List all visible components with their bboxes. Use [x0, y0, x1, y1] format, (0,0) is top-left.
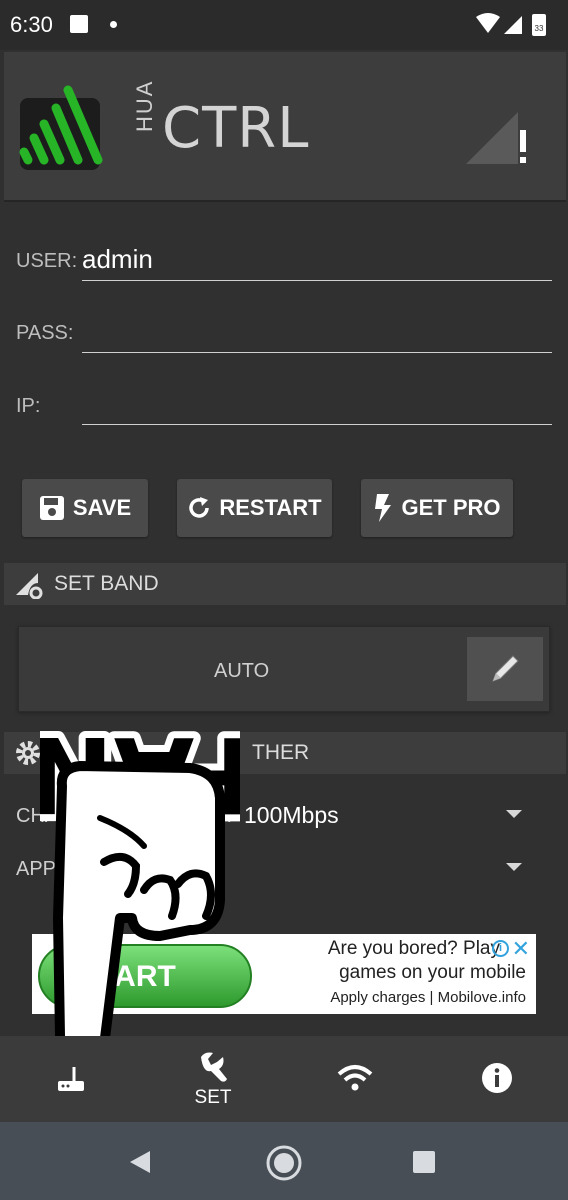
ip-label: IP: — [16, 395, 41, 417]
floppy-disk-icon — [39, 496, 64, 520]
status-icons: 33 — [476, 13, 546, 36]
user-label: USER: — [16, 250, 78, 272]
ad-line-1: Are you bored? Play — [327, 938, 500, 959]
cell-signal-icon — [504, 16, 522, 34]
signal-settings-icon — [16, 573, 43, 599]
nav-info[interactable] — [426, 1036, 568, 1122]
app-header: HUA CTRL — [4, 52, 566, 202]
pencil-icon — [492, 655, 519, 682]
signal-bars-logo-icon — [19, 85, 103, 170]
image-notification-icon — [70, 15, 88, 33]
wifi-status-icon — [476, 13, 500, 33]
ad-close-icon[interactable]: ✕ — [512, 936, 530, 962]
nav-router[interactable] — [0, 1036, 142, 1122]
lightning-bolt-icon — [375, 494, 392, 522]
status-bar: 6:30 33 — [0, 0, 568, 50]
get-pro-label: GET PRO — [401, 495, 501, 520]
signal-warning-icon — [466, 112, 526, 164]
ad-info-icon[interactable]: i — [492, 940, 509, 957]
status-time: 6:30 — [10, 12, 53, 37]
ad-line-3: Apply charges | Mobilove.info — [330, 989, 526, 1006]
home-icon[interactable] — [265, 1144, 303, 1182]
app-dropdown-arrow-icon[interactable] — [506, 863, 522, 871]
info-icon — [482, 1063, 512, 1093]
user-input-underline — [82, 280, 552, 281]
nav-set[interactable]: SET — [142, 1036, 284, 1122]
app-name-small: HUA — [132, 79, 157, 132]
restart-label: RESTART — [219, 495, 322, 520]
ad-line-2: games on your mobile — [339, 962, 526, 983]
nav-set-label: SET — [194, 1087, 232, 1108]
set-band-title: SET BAND — [54, 572, 159, 595]
save-label: SAVE — [72, 495, 132, 520]
wrench-icon — [201, 1052, 227, 1082]
pass-label: PASS: — [16, 322, 74, 344]
wifi-icon — [337, 1065, 373, 1091]
gear-icon — [16, 741, 40, 765]
recents-icon[interactable] — [412, 1150, 436, 1174]
router-icon — [58, 1067, 84, 1091]
refresh-icon — [189, 497, 210, 518]
speed-dropdown-arrow-icon[interactable] — [506, 810, 522, 818]
system-nav-bar — [0, 1122, 568, 1200]
user-input[interactable]: admin — [82, 244, 153, 275]
app-name-large: CTRL — [162, 96, 310, 161]
set-band-header: SET BAND — [4, 563, 566, 605]
ip-input-underline — [82, 424, 552, 425]
fan-sticker-overlay: FAN FAN — [40, 706, 240, 1060]
other-title: THER — [252, 741, 310, 764]
pass-input-underline — [82, 352, 552, 353]
speed-select[interactable]: 100Mbps — [244, 802, 339, 829]
notification-dot-icon — [110, 21, 117, 28]
edit-band-button[interactable] — [467, 637, 543, 701]
save-button[interactable]: SAVE — [22, 479, 148, 537]
svg-text:33: 33 — [535, 24, 544, 33]
nav-wifi[interactable] — [284, 1036, 426, 1122]
restart-button[interactable]: RESTART — [177, 479, 332, 537]
bottom-nav: SET — [0, 1036, 568, 1122]
get-pro-button[interactable]: GET PRO — [361, 479, 513, 537]
back-icon[interactable] — [128, 1149, 152, 1175]
